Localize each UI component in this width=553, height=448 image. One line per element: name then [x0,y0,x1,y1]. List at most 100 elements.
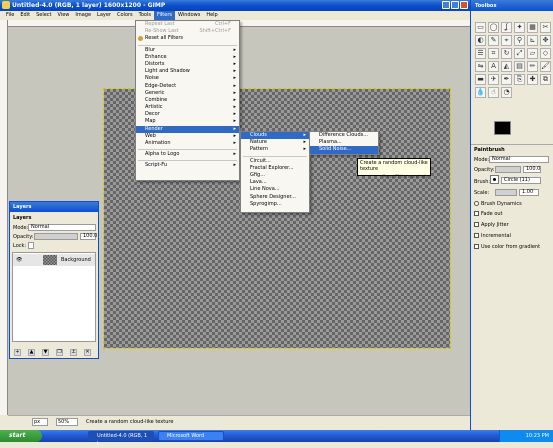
bucket-fill-icon[interactable]: ◭ [501,61,512,72]
color-select-icon[interactable]: ▦ [527,22,538,33]
filter-blur[interactable]: Blur ▸ [136,47,239,54]
filter-combine[interactable]: Combine ▸ [136,97,239,104]
lower-layer-icon[interactable]: ▼ [42,349,49,356]
reset-filters-item[interactable]: Reset all Filters [136,35,239,42]
filter-distorts[interactable]: Distorts ▸ [136,61,239,68]
clouds-difference[interactable]: Difference Clouds... [310,132,378,139]
flip-icon[interactable]: ⇋ [475,61,486,72]
scale-input[interactable]: 1.00 [519,189,539,196]
incremental-checkbox[interactable] [474,233,479,238]
use-gradient-checkbox[interactable] [474,244,479,249]
lock-alpha-checkbox[interactable] [28,242,34,249]
paintbrush-icon[interactable]: 🖌 [540,61,551,72]
ellipse-select-icon[interactable]: ◯ [488,22,499,33]
rect-select-icon[interactable]: ▭ [475,22,486,33]
filter-artistic[interactable]: Artistic ▸ [136,104,239,111]
foreground-color-swatch[interactable] [494,121,511,135]
crop-icon[interactable]: ⌗ [488,48,499,59]
menu-edit[interactable]: Edit [17,11,33,20]
blend-icon[interactable]: ▤ [514,61,525,72]
layers-mode-select[interactable]: Normal [28,224,96,231]
paths-icon[interactable]: ✎ [488,35,499,46]
render-line-nova[interactable]: Line Nova... [241,186,309,193]
filter-generic[interactable]: Generic ▸ [136,90,239,97]
filter-noise[interactable]: Noise ▸ [136,75,239,82]
foreground-select-icon[interactable]: ◐ [475,35,486,46]
paint-mode-select[interactable]: Normal [489,156,549,163]
apply-jitter-checkbox[interactable] [474,222,479,227]
eraser-icon[interactable]: ▬ [475,74,486,85]
maximize-button[interactable] [451,1,459,9]
clone-icon[interactable]: ⎘ [514,74,525,85]
dodge-burn-icon[interactable]: ◔ [501,87,512,98]
free-select-icon[interactable]: ʆ [501,22,512,33]
clouds-plasma[interactable]: Plasma... [310,139,378,146]
render-clouds[interactable]: Clouds ▸ [241,132,309,140]
render-pattern[interactable]: Pattern ▸ [241,146,309,153]
ink-icon[interactable]: ✒ [501,74,512,85]
airbrush-icon[interactable]: ✈ [488,74,499,85]
brush-select[interactable]: Circle (11) [501,177,541,184]
menu-windows[interactable]: Windows [175,11,203,20]
perspective-icon[interactable]: ◇ [540,48,551,59]
measure-icon[interactable]: ⊾ [527,35,538,46]
raise-layer-icon[interactable]: ▲ [28,349,35,356]
clouds-solid-noise[interactable]: Solid Noise... [310,146,378,154]
pencil-icon[interactable]: ✏ [527,61,538,72]
duplicate-layer-icon[interactable]: ❐ [56,349,63,356]
text-icon[interactable]: A [488,61,499,72]
layer-name[interactable]: Background [61,257,91,263]
filter-web[interactable]: Web ▸ [136,133,239,140]
reshow-last-item[interactable]: Re-Show Last Shift+Ctrl+F [136,28,239,35]
eye-icon[interactable]: 👁 [16,257,22,263]
filter-map[interactable]: Map ▸ [136,118,239,125]
render-lava[interactable]: Lava... [241,179,309,186]
filter-light-shadow[interactable]: Light and Shadow ▸ [136,68,239,75]
filter-edge-detect[interactable]: Edge-Detect ▸ [136,83,239,90]
menu-filters[interactable]: Filters [154,11,175,20]
color-picker-icon[interactable]: ⌖ [501,35,512,46]
menu-image[interactable]: Image [72,11,94,20]
start-button[interactable]: start [0,430,42,442]
minimize-button[interactable] [442,1,450,9]
render-spyrogimp[interactable]: Spyrogimp... [241,201,309,208]
scale-slider[interactable] [495,189,517,196]
scissors-icon[interactable]: ✂ [540,22,551,33]
repeat-last-item[interactable]: Repeat Last Ctrl+F [136,21,239,28]
perspective-clone-icon[interactable]: ⧉ [540,74,551,85]
filter-decor[interactable]: Decor ▸ [136,111,239,118]
fade-out-checkbox[interactable] [474,211,479,216]
zoom-icon[interactable]: ⚲ [514,35,525,46]
shear-icon[interactable]: ▱ [527,48,538,59]
align-icon[interactable]: ☰ [475,48,486,59]
new-layer-icon[interactable]: + [14,349,21,356]
filter-animation[interactable]: Animation ▸ [136,140,239,147]
rotate-icon[interactable]: ↻ [501,48,512,59]
render-fractal-explorer[interactable]: Fractal Explorer... [241,165,309,172]
task-word[interactable]: Microsoft Word [158,431,224,441]
close-button[interactable] [460,1,468,9]
menu-file[interactable]: File [3,11,17,20]
filter-enhance[interactable]: Enhance ▸ [136,54,239,61]
filter-script-fu[interactable]: Script-Fu ▸ [136,162,239,169]
layers-opacity-slider[interactable] [34,233,78,240]
fuzzy-select-icon[interactable]: ✦ [514,22,525,33]
filter-render[interactable]: Render ▸ [136,125,239,133]
menu-help[interactable]: Help [203,11,220,20]
render-gfig[interactable]: Gfig... [241,172,309,179]
paint-opacity-input[interactable]: 100.0 [523,166,541,173]
anchor-layer-icon[interactable]: ⚓ [70,349,77,356]
menu-select[interactable]: Select [33,11,54,20]
menu-view[interactable]: View [55,11,73,20]
move-icon[interactable]: ✥ [540,35,551,46]
paint-opacity-slider[interactable] [495,166,521,173]
brush-preview[interactable] [490,175,499,184]
brush-dynamics-expander[interactable] [474,201,479,206]
delete-layer-icon[interactable]: ✕ [84,349,91,356]
smudge-icon[interactable]: ☝ [488,87,499,98]
scale-icon[interactable]: ⤢ [514,48,525,59]
heal-icon[interactable]: ✚ [527,74,538,85]
render-circuit[interactable]: Circuit... [241,158,309,165]
render-sphere-designer[interactable]: Sphere Designer... [241,194,309,201]
zoom-select[interactable]: 50% [56,418,78,426]
